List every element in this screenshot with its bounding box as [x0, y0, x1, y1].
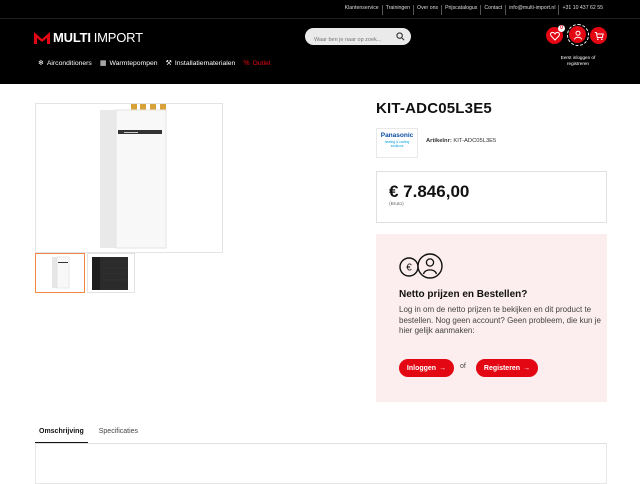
register-button[interactable]: Registeren →	[476, 359, 538, 377]
price-box: € 7.846,00 (Bruto)	[376, 171, 607, 223]
tab-specificaties[interactable]: Specificaties	[95, 426, 142, 444]
heatpump-icon: ▦	[99, 60, 107, 67]
search-input[interactable]	[305, 31, 389, 49]
nav-item-label: Warmtepompen	[109, 59, 158, 67]
arrow-right-icon: →	[439, 364, 447, 372]
product-title: KIT-ADC05L3E5	[376, 100, 492, 117]
site-logo[interactable]: MULTI IMPORT	[34, 30, 143, 45]
product-thumbnail-1[interactable]	[35, 253, 85, 293]
wishlist-button[interactable]: 0	[546, 25, 565, 44]
or-separator: of	[460, 363, 466, 370]
main-navigation: ❄ Airconditioners ▦ Warmtepompen ⚒ Insta…	[38, 59, 271, 68]
brand-logo[interactable]: Panasonic heating & cooling solutions	[376, 128, 418, 158]
euro-user-icon: €	[399, 253, 443, 279]
login-hint-text[interactable]: Eerst inloggen of registreren	[550, 55, 606, 67]
header-divider	[0, 18, 640, 19]
thumbnail-outdoor-unit-image	[92, 257, 128, 290]
link-contact[interactable]: Contact	[481, 5, 507, 15]
login-panel-text: Log in om de netto prijzen te bekijken e…	[399, 305, 601, 336]
article-value: KIT-ADC05L3E5	[453, 138, 497, 144]
nav-item-label: Installatiematerialen	[174, 59, 236, 67]
heat-pump-unit-image	[100, 104, 167, 249]
product-tabs: Omschrijving Specificaties	[35, 426, 142, 444]
article-label: Artikelnr:	[426, 138, 452, 144]
logo-mark-icon	[34, 31, 50, 44]
snowflake-icon: ❄	[38, 60, 44, 67]
tab-content-panel	[35, 444, 607, 484]
percent-icon: %	[243, 59, 250, 67]
nav-item-outlet[interactable]: % Outlet	[243, 59, 270, 67]
link-over-ons[interactable]: Over ons	[414, 5, 443, 15]
netto-login-panel: € Netto prijzen en Bestellen? Log in om …	[376, 234, 607, 402]
product-price: € 7.846,00	[389, 182, 470, 201]
link-klantenservice[interactable]: Klantenservice	[342, 5, 383, 15]
heart-icon	[549, 31, 560, 41]
nav-item-airconditioners[interactable]: ❄ Airconditioners	[38, 59, 92, 68]
logo-text-import: IMPORT	[93, 30, 143, 45]
top-links-bar: Klantenservice Trainingen Over ons Prijs…	[342, 5, 606, 15]
search-icon[interactable]	[396, 32, 405, 41]
price-note: (Bruto)	[389, 202, 404, 207]
logo-text-multi: MULTI	[53, 30, 91, 45]
link-prijscatalogus[interactable]: Prijscatalogus	[442, 5, 482, 15]
link-trainingen[interactable]: Trainingen	[383, 5, 415, 15]
register-button-label: Registeren	[483, 364, 521, 372]
product-thumbnail-2[interactable]	[87, 253, 135, 293]
tab-omschrijving[interactable]: Omschrijving	[35, 426, 88, 444]
thumbnail-indoor-unit-image	[52, 256, 70, 289]
login-button-label: Inloggen	[406, 364, 437, 372]
account-button[interactable]	[569, 26, 586, 43]
nav-item-installatiematerialen[interactable]: ⚒ Installatiematerialen	[165, 59, 236, 68]
nav-item-warmtepompen[interactable]: ▦ Warmtepompen	[99, 59, 158, 68]
login-button[interactable]: Inloggen →	[399, 359, 454, 377]
login-panel-heading: Netto prijzen en Bestellen?	[399, 289, 528, 300]
user-icon	[573, 30, 582, 40]
site-header: Klantenservice Trainingen Over ons Prijs…	[0, 0, 640, 84]
cart-icon	[594, 31, 604, 40]
brand-tagline: heating & cooling solutions	[384, 140, 410, 148]
article-number: Artikelnr: KIT-ADC05L3E5	[426, 138, 496, 144]
product-main-image[interactable]	[35, 103, 223, 253]
cart-button[interactable]	[590, 27, 607, 44]
wishlist-count-badge: 0	[558, 25, 565, 32]
arrow-right-icon: →	[523, 364, 531, 372]
nav-item-label: Airconditioners	[46, 59, 92, 67]
svg-text:€: €	[406, 263, 412, 274]
tools-icon: ⚒	[165, 60, 172, 67]
link-email[interactable]: info@multi-import.nl	[506, 5, 560, 15]
link-phone[interactable]: +31 10 437 62 55	[559, 5, 606, 15]
nav-item-label: Outlet	[252, 59, 271, 67]
search-bar	[305, 28, 411, 49]
brand-name: Panasonic	[380, 132, 414, 139]
